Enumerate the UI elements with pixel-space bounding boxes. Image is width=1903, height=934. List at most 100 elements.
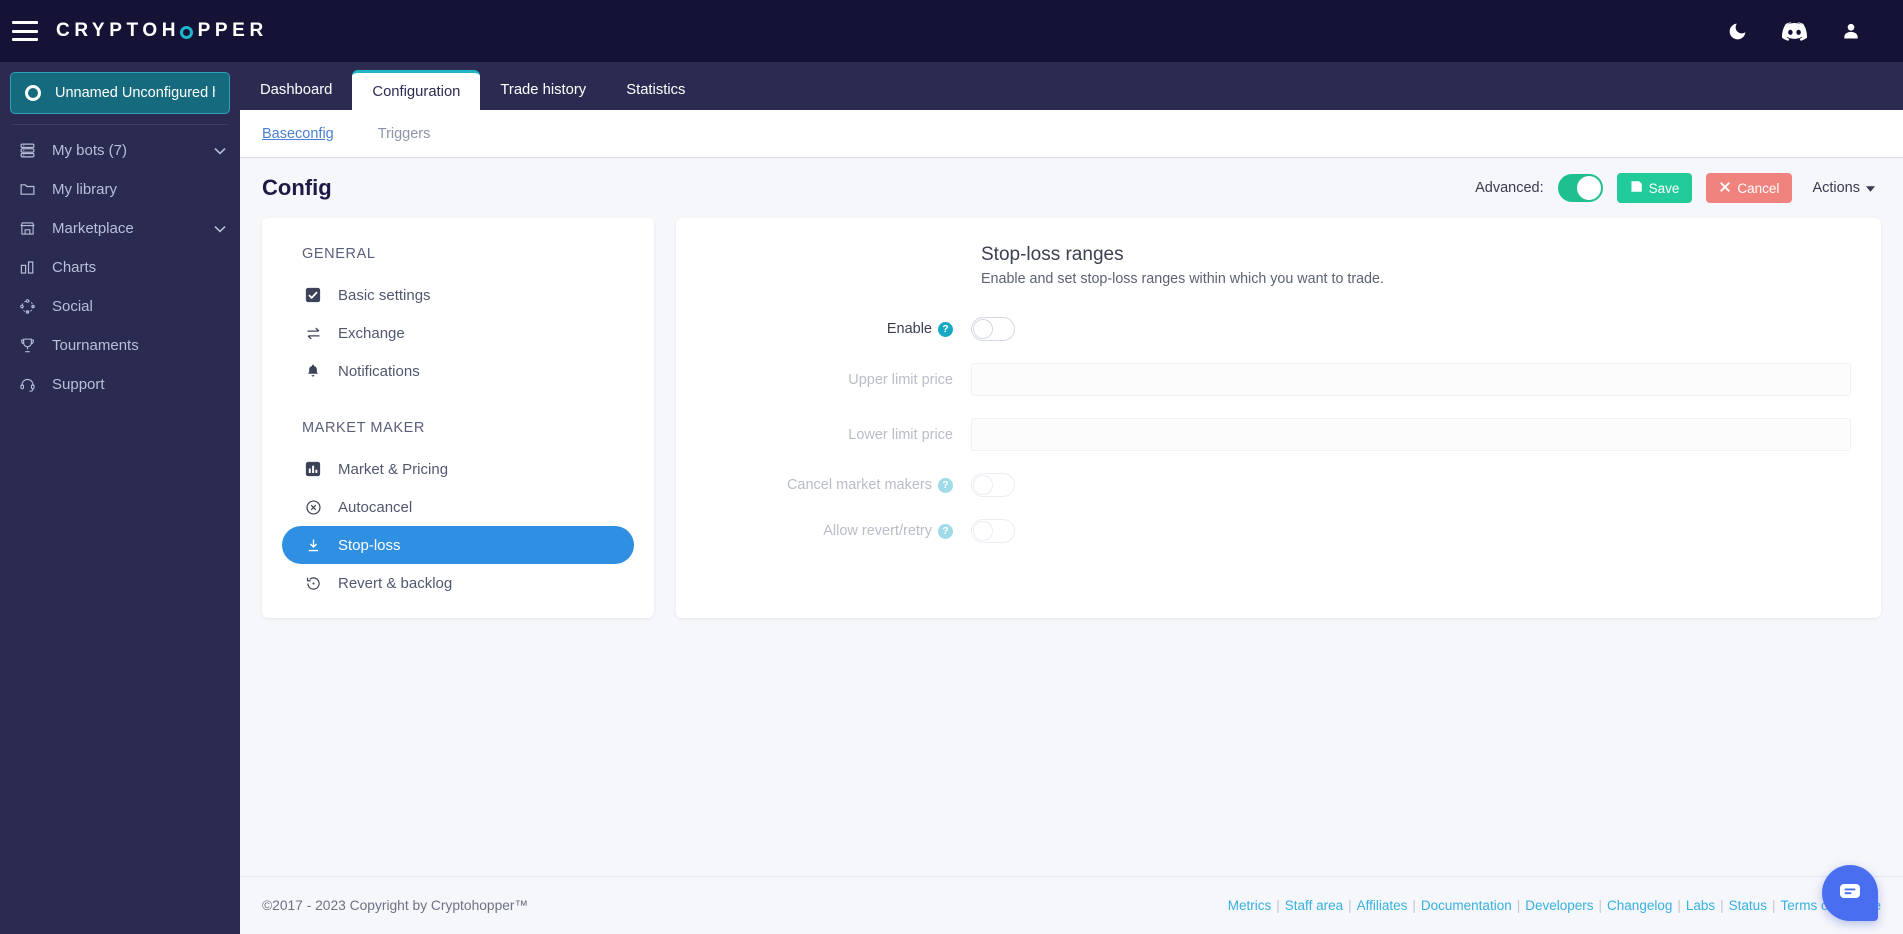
advanced-toggle[interactable] [1557,174,1603,202]
footer-link[interactable]: Documentation [1421,898,1512,913]
help-icon[interactable]: ? [938,523,953,539]
chevron-down-icon[interactable] [214,222,226,236]
lower-limit-price-input[interactable] [971,418,1851,451]
folder-icon [14,181,40,198]
form-label-enable: Enable ? [676,321,971,337]
config-item-notifications[interactable]: Notifications [282,352,634,390]
config-item-label: Revert & backlog [338,574,453,592]
subtab-triggers[interactable]: Triggers [356,126,453,142]
sidebar-item-support[interactable]: Support [0,365,240,404]
form-label-text: Allow revert/retry [823,523,932,539]
tab-trade-history[interactable]: Trade history [480,70,606,110]
help-icon[interactable]: ? [938,321,953,337]
config-item-label: Notifications [338,362,420,380]
sidebar-item-label: Marketplace [52,220,134,237]
subtab-baseconfig[interactable]: Baseconfig [240,126,356,142]
config-item-label: Autocancel [338,498,413,516]
brand-text-after: PPER [197,20,268,41]
allow-revert-retry-toggle[interactable] [971,519,1015,543]
chevron-down-icon[interactable] [214,144,226,158]
social-network-icon [14,298,40,315]
form-label-text: Upper limit price [848,371,953,388]
form-label-upper-limit-price: Upper limit price [676,372,971,388]
form-label-text: Lower limit price [848,426,953,443]
caret-down-icon [1866,180,1875,196]
sidebar-item-charts[interactable]: Charts [0,248,240,287]
sidebar: Unnamed Unconfigured ho… My bots (7) My … [0,62,240,934]
section-subtitle: Enable and set stop-loss ranges within w… [981,271,1384,287]
config-item-market-and-pricing[interactable]: Market & Pricing [282,450,634,488]
save-button[interactable]: Save [1616,173,1693,203]
top-bar: CRYPTOH PPER [0,0,1903,62]
cancel-market-makers-toggle[interactable] [971,473,1015,497]
bot-selector-label: Unnamed Unconfigured ho… [55,85,215,101]
sidebar-item-label: Tournaments [52,337,139,354]
discord-icon[interactable] [1782,21,1807,41]
download-arrow-icon [302,537,324,554]
config-item-revert-and-backlog[interactable]: Revert & backlog [282,564,634,602]
footer-links: Metrics | Staff area | Affiliates | Documentat… [1228,898,1881,913]
footer-link[interactable]: Status [1729,898,1767,913]
chat-widget-button[interactable] [1822,865,1878,921]
actions-dropdown-button[interactable]: Actions [1806,173,1881,203]
form-label-lower-limit-price: Lower limit price [676,427,971,443]
config-item-autocancel[interactable]: Autocancel [282,488,634,526]
bot-status-circle-icon [25,85,41,101]
form-label-cancel-market-makers: Cancel market makers ? [676,477,971,493]
save-button-label: Save [1648,180,1680,196]
store-icon [14,220,40,237]
upper-limit-price-input[interactable] [971,363,1851,396]
history-revert-icon [302,575,324,592]
content-area: Config Advanced: Save Cancel Actions GEN… [240,158,1903,876]
tab-dashboard[interactable]: Dashboard [240,70,352,110]
copyright-text: ©2017 - 2023 Copyright by Cryptohopper™ [262,898,529,913]
footer-link[interactable]: Developers [1525,898,1593,913]
config-group-title-market-maker: MARKET MAKER [302,420,425,436]
form-label-text: Cancel market makers [786,477,932,493]
config-item-label: Market & Pricing [338,460,449,478]
config-item-label: Exchange [338,324,405,342]
config-panels: GENERAL Basic settings Exchange Notifica… [240,218,1903,618]
toggle-knob [973,319,993,339]
sidebar-item-tournaments[interactable]: Tournaments [0,326,240,365]
sidebar-item-marketplace[interactable]: Marketplace [0,209,240,248]
trophy-icon [14,337,40,354]
hamburger-menu-icon[interactable] [12,21,38,41]
footer-link[interactable]: Labs [1686,898,1715,913]
form-row-cancel-market-makers: Cancel market makers ? [676,473,1851,497]
dark-mode-moon-icon[interactable] [1727,21,1748,42]
sidebar-item-my-bots[interactable]: My bots (7) [0,131,240,170]
circle-x-icon [302,499,324,516]
config-item-exchange[interactable]: Exchange [282,314,634,352]
page-title: Config [262,175,332,200]
tab-configuration[interactable]: Configuration [352,70,481,110]
user-profile-icon[interactable] [1841,21,1861,41]
advanced-label: Advanced: [1475,180,1544,196]
config-item-basic-settings[interactable]: Basic settings [282,276,634,314]
footer-link-separator: | [1276,898,1280,913]
footer-link-separator: | [1412,898,1416,913]
enable-toggle[interactable] [971,317,1015,341]
page-header-actions: Advanced: Save Cancel Actions [1475,173,1881,203]
footer-link[interactable]: Metrics [1228,898,1272,913]
sidebar-item-my-library[interactable]: My library [0,170,240,209]
footer-link-separator: | [1598,898,1603,913]
tab-statistics[interactable]: Statistics [606,70,705,110]
main-tab-bar: Dashboard Configuration Trade history St… [240,62,1903,110]
help-icon[interactable]: ? [938,477,953,493]
footer: ©2017 - 2023 Copyright by Cryptohopper™ … [240,876,1903,934]
close-x-icon [1719,181,1731,196]
cancel-button[interactable]: Cancel [1706,173,1793,203]
bot-selector[interactable]: Unnamed Unconfigured ho… [10,72,230,114]
brand-text-before: CRYPTOH [56,20,181,41]
stop-loss-form-panel: Stop-loss ranges Enable and set stop-los… [676,218,1881,618]
footer-link[interactable]: Affiliates [1357,898,1408,913]
footer-link[interactable]: Staff area [1285,898,1343,913]
sidebar-item-social[interactable]: Social [0,287,240,326]
config-item-stop-loss[interactable]: Stop-loss [282,526,634,564]
footer-link-separator: | [1516,898,1521,913]
config-item-label: Stop-loss [338,536,401,554]
footer-link[interactable]: Changelog [1607,898,1672,913]
toggle-knob [973,521,993,541]
bell-icon [302,363,324,379]
